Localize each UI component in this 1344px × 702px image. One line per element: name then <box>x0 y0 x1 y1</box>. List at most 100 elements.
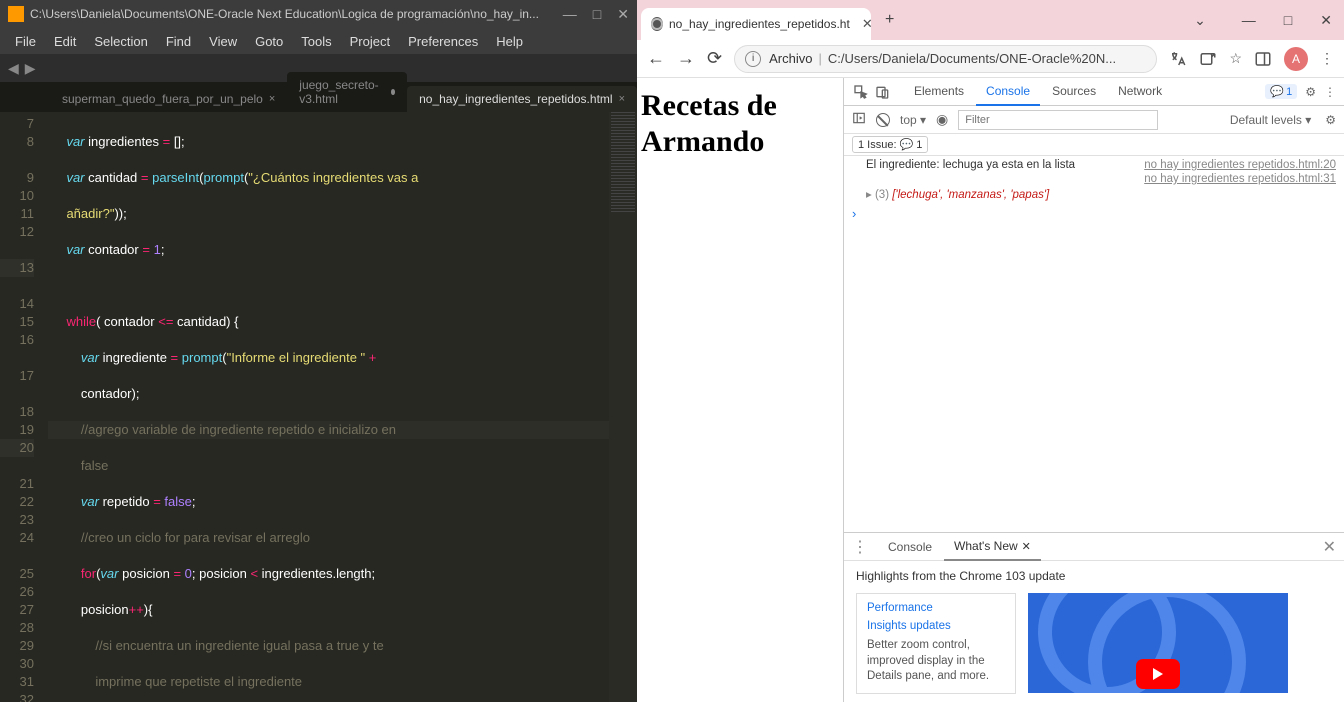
tab-elements[interactable]: Elements <box>904 78 974 106</box>
code-editor[interactable]: var ingredientes = []; var cantidad = pa… <box>48 112 609 702</box>
url-scheme: Archivo <box>769 51 812 66</box>
drawer-menu-icon[interactable]: ⋮ <box>852 537 868 557</box>
sidepanel-icon[interactable] <box>1254 50 1272 68</box>
tab-label: juego_secreto-v3.html <box>299 78 384 106</box>
close-button[interactable]: ✕ <box>617 6 629 23</box>
chrome-window: no_hay_ingredientes_repetidos.ht ✕ + ⌄ —… <box>637 0 1344 702</box>
tab-network[interactable]: Network <box>1108 78 1172 106</box>
issue-bar[interactable]: 1 Issue: 💬 1 <box>844 134 1344 156</box>
devtools-tabs: Elements Console Sources Network <box>904 78 1172 106</box>
line-number-gutter: 78910 111213 14151617 18192021 22232425 … <box>0 112 48 702</box>
console-settings-gear-icon[interactable]: ⚙ <box>1325 113 1336 127</box>
tab-no-hay-ingredientes[interactable]: no_hay_ingredientes_repetidos.html × <box>407 86 637 112</box>
kebab-menu-icon[interactable]: ⋮ <box>1324 85 1336 99</box>
devtools-drawer: ⋮ Console What's New✕ ✕ Highlights from … <box>844 532 1344 702</box>
favicon-icon <box>651 17 663 31</box>
rendered-page: Recetas de Armando <box>637 78 843 702</box>
maximize-button[interactable]: □ <box>1276 8 1300 33</box>
whatsnew-card: Performance Insights updates Better zoom… <box>856 593 1016 694</box>
menu-kebab-icon[interactable]: ⋮ <box>1320 50 1334 67</box>
drawer-tab-console[interactable]: Console <box>878 534 942 560</box>
whatsnew-video-thumb[interactable] <box>1028 593 1288 693</box>
site-info-icon[interactable]: i <box>745 51 761 67</box>
minimap[interactable] <box>609 112 637 702</box>
bookmark-icon[interactable]: ☆ <box>1229 50 1242 67</box>
menu-view[interactable]: View <box>200 30 246 53</box>
maximize-button[interactable]: □ <box>593 6 601 23</box>
device-toggle-icon[interactable] <box>874 83 892 101</box>
console-toolbar: top ▾ ◉ Default levels ▾ ⚙ <box>844 106 1344 134</box>
sidebar-toggle-icon[interactable] <box>852 111 866 128</box>
tab-label: superman_quedo_fuera_por_un_pelo <box>62 92 263 106</box>
browser-tab[interactable]: no_hay_ingredientes_repetidos.ht ✕ <box>641 8 871 40</box>
new-tab-button[interactable]: + <box>877 7 902 33</box>
tab-sources[interactable]: Sources <box>1042 78 1106 106</box>
play-icon <box>1136 659 1180 689</box>
minimize-button[interactable]: — <box>563 6 577 23</box>
menu-project[interactable]: Project <box>341 30 399 53</box>
menu-edit[interactable]: Edit <box>45 30 85 53</box>
menu-find[interactable]: Find <box>157 30 200 53</box>
menu-selection[interactable]: Selection <box>85 30 156 53</box>
issues-badge[interactable]: 💬 1 <box>1265 84 1297 99</box>
console-output[interactable]: El ingrediente: lechuga ya esta en la li… <box>844 156 1344 532</box>
tabs-dropdown-icon[interactable]: ⌄ <box>1186 8 1214 33</box>
console-row: El ingrediente: lechuga ya esta en la li… <box>844 158 1344 172</box>
tab-close-icon[interactable]: ✕ <box>1022 541 1031 553</box>
console-message[interactable]: ▸ (3) ['lechuga', 'manzanas', 'papas'] <box>852 187 1336 201</box>
console-row: no hay ingredientes repetidos.html:31 <box>844 172 1344 186</box>
menu-tools[interactable]: Tools <box>292 30 340 53</box>
menu-goto[interactable]: Goto <box>246 30 292 53</box>
share-icon[interactable] <box>1199 50 1217 68</box>
translate-icon[interactable] <box>1169 50 1187 68</box>
chrome-tab-strip: no_hay_ingredientes_repetidos.ht ✕ + ⌄ —… <box>637 0 1344 40</box>
nav-forward-icon[interactable]: ▶ <box>25 60 36 77</box>
devtools-panel: Elements Console Sources Network 💬 1 ⚙ ⋮… <box>843 78 1344 702</box>
card-link-performance[interactable]: Performance <box>867 602 1005 614</box>
tab-juego-secreto[interactable]: juego_secreto-v3.html <box>287 72 407 112</box>
issue-count: 1 Issue: <box>858 139 897 151</box>
sublime-title-text: C:\Users\Daniela\Documents\ONE-Oracle Ne… <box>30 7 539 21</box>
toolbar-actions: ☆ A ⋮ <box>1169 47 1334 71</box>
reload-button[interactable]: ⟳ <box>707 48 722 69</box>
minimize-button[interactable]: — <box>1234 8 1264 33</box>
menu-help[interactable]: Help <box>487 30 532 53</box>
address-bar[interactable]: i Archivo | C:/Users/Daniela/Documents/O… <box>734 45 1157 73</box>
tab-label: no_hay_ingredientes_repetidos.ht <box>669 17 850 31</box>
inspect-icon[interactable] <box>852 83 870 101</box>
tab-console[interactable]: Console <box>976 78 1040 106</box>
console-prompt[interactable]: › <box>844 202 1344 225</box>
drawer-headline: Highlights from the Chrome 103 update <box>856 569 1332 583</box>
devtools-header: Elements Console Sources Network 💬 1 ⚙ ⋮ <box>844 78 1344 106</box>
chrome-window-controls: ⌄ — □ ✕ <box>1186 8 1340 33</box>
nav-back-icon[interactable]: ◀ <box>8 60 19 77</box>
sublime-menu-bar: File Edit Selection Find View Goto Tools… <box>0 28 637 54</box>
tab-unsaved-dot-icon <box>391 89 395 95</box>
console-source-link[interactable]: no hay ingredientes repetidos.html:20 <box>1144 159 1336 171</box>
tab-close-icon[interactable]: × <box>269 93 275 105</box>
live-expression-icon[interactable]: ◉ <box>936 111 948 128</box>
console-source-link[interactable]: no hay ingredientes repetidos.html:31 <box>1144 173 1336 185</box>
console-message: El ingrediente: lechuga ya esta en la li… <box>852 159 1144 171</box>
console-row: ▸ (3) ['lechuga', 'manzanas', 'papas'] <box>844 186 1344 202</box>
card-link-insights[interactable]: Insights updates <box>867 620 1005 632</box>
profile-avatar[interactable]: A <box>1284 47 1308 71</box>
settings-gear-icon[interactable]: ⚙ <box>1305 85 1316 99</box>
tab-close-icon[interactable]: ✕ <box>862 16 873 32</box>
back-button[interactable]: ← <box>647 48 665 69</box>
console-filter-input[interactable] <box>958 110 1158 130</box>
tab-close-icon[interactable]: × <box>619 93 625 105</box>
context-selector[interactable]: top ▾ <box>900 113 926 127</box>
sublime-icon <box>8 6 24 22</box>
menu-file[interactable]: File <box>6 30 45 53</box>
drawer-close-icon[interactable]: ✕ <box>1323 537 1336 557</box>
tab-superman[interactable]: superman_quedo_fuera_por_un_pelo × <box>50 86 287 112</box>
clear-console-icon[interactable] <box>876 113 890 127</box>
forward-button[interactable]: → <box>677 48 695 69</box>
close-button[interactable]: ✕ <box>1312 8 1340 33</box>
menu-preferences[interactable]: Preferences <box>399 30 487 53</box>
drawer-tab-whatsnew[interactable]: What's New✕ <box>944 533 1041 561</box>
sublime-tab-bar: superman_quedo_fuera_por_un_pelo × juego… <box>0 82 637 112</box>
chrome-body: Recetas de Armando Elements Console Sour… <box>637 78 1344 702</box>
log-levels-selector[interactable]: Default levels ▾ <box>1230 113 1311 127</box>
